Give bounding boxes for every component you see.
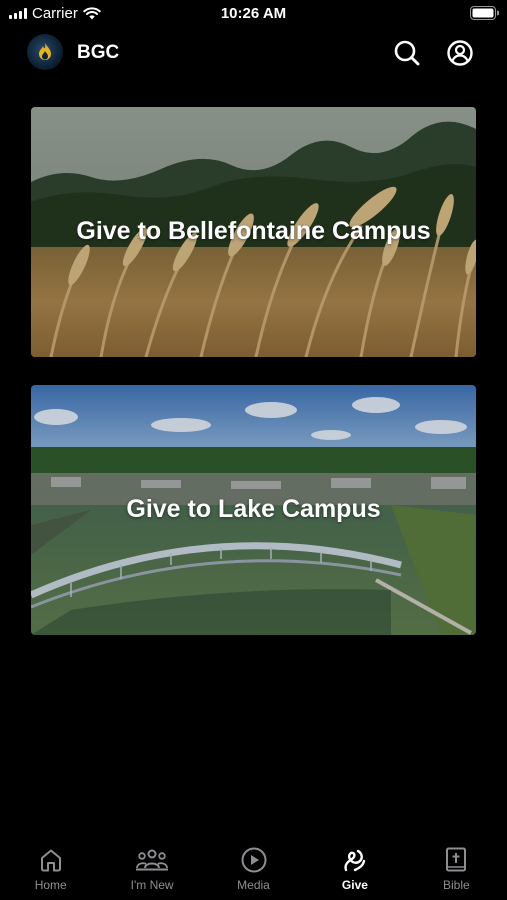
give-icon xyxy=(341,846,369,874)
search-icon xyxy=(394,40,420,66)
tab-label: Give xyxy=(341,878,368,892)
tab-home[interactable]: Home xyxy=(0,838,101,900)
play-icon xyxy=(240,846,268,874)
search-button[interactable] xyxy=(392,38,422,68)
tab-label: Media xyxy=(237,878,270,892)
account-icon xyxy=(447,40,473,66)
flame-icon xyxy=(39,43,51,60)
app-title: BGC xyxy=(77,42,120,63)
battery-icon xyxy=(470,6,500,25)
tab-media[interactable]: Media xyxy=(203,838,304,900)
tab-bible[interactable]: Bible xyxy=(406,838,507,900)
tab-label: Bible xyxy=(442,878,470,892)
card-title: Give to Bellefontaine Campus xyxy=(76,217,431,245)
status-bar: Carrier 10:26 AM xyxy=(0,0,507,28)
bottom-tab-bar: Home I'm New Media Give Bible xyxy=(0,838,507,900)
status-time: 10:26 AM xyxy=(220,5,287,22)
card-title: Give to Lake Campus xyxy=(126,495,381,523)
people-icon xyxy=(135,846,169,874)
bible-icon xyxy=(443,846,469,874)
give-lake-card[interactable]: Give to Lake Campus xyxy=(31,385,476,635)
tab-im-new[interactable]: I'm New xyxy=(101,838,202,900)
tab-label: Home xyxy=(34,878,67,892)
home-icon xyxy=(38,846,64,874)
app-header: BGC xyxy=(0,32,507,76)
account-button[interactable] xyxy=(445,38,475,68)
tab-give[interactable]: Give xyxy=(304,838,405,900)
tab-label: I'm New xyxy=(130,878,174,892)
give-bellefontaine-card[interactable]: Give to Bellefontaine Campus xyxy=(31,107,476,357)
church-logo xyxy=(27,34,63,70)
